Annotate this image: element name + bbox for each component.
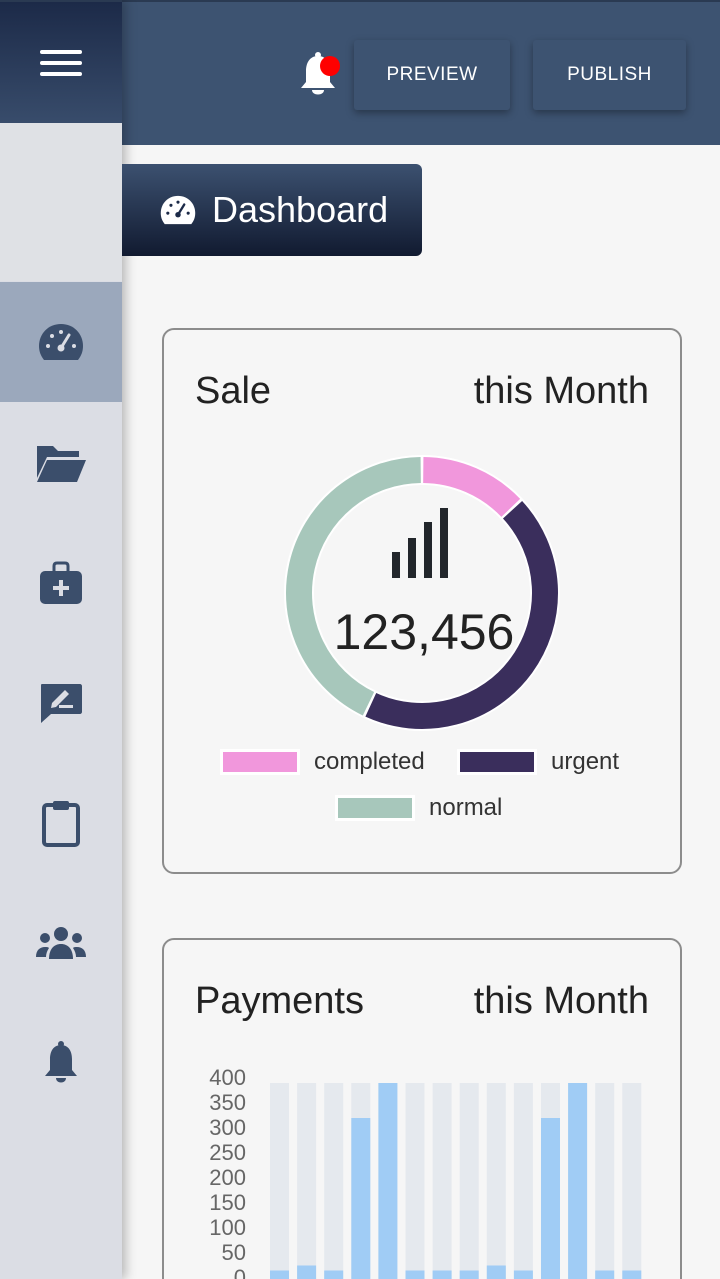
menu-button[interactable] — [0, 0, 122, 123]
preview-button[interactable]: PREVIEW — [354, 40, 510, 110]
notification-badge — [320, 56, 340, 76]
medical-bag-icon — [40, 561, 82, 604]
hamburger-menu-icon — [40, 43, 82, 83]
payments-card-title: Payments — [195, 980, 364, 1022]
sale-card-period: this Month — [473, 370, 649, 412]
payments-bar-chart: 050100150200250300350400 — [209, 1065, 642, 1279]
payments-card: Payments this Month 0 50 100 150 200 250 300 35… — [162, 938, 682, 1279]
sidebar-item-notifications[interactable] — [0, 1003, 122, 1123]
sidebar-item-clipboard[interactable] — [0, 763, 122, 883]
y-tick-label: 200 — [209, 1165, 246, 1190]
y-tick-label: 300 — [209, 1115, 246, 1140]
y-tick-label: 250 — [209, 1140, 246, 1165]
page-title-tab: Dashboard — [122, 164, 422, 256]
legend-swatch-urgent — [457, 749, 537, 775]
sidebar-item-messages[interactable] — [0, 643, 122, 763]
bar-5[interactable] — [378, 1083, 398, 1279]
legend-label-normal: normal — [429, 794, 503, 821]
bar-track — [486, 1083, 506, 1279]
y-tick-label: 100 — [209, 1215, 246, 1240]
dashboard-gauge-icon — [39, 324, 83, 360]
bar-track — [270, 1083, 289, 1279]
folder-open-icon — [37, 446, 86, 482]
sidebar-spacer — [0, 123, 122, 281]
legend-item-urgent: urgent — [457, 748, 619, 776]
bar-track — [622, 1083, 642, 1279]
bar-9[interactable] — [486, 1265, 506, 1279]
bar-7[interactable] — [432, 1270, 452, 1279]
dashboard-gauge-icon — [160, 195, 196, 225]
legend-label-urgent: urgent — [551, 748, 620, 775]
sidebar-item-users[interactable] — [0, 883, 122, 1003]
bar-12[interactable] — [568, 1083, 588, 1279]
bar-11[interactable] — [541, 1118, 560, 1279]
sale-card-title: Sale — [195, 370, 272, 412]
users-group-icon — [36, 927, 86, 959]
app-page: PREVIEW PUBLISH Dashboard Sale this Mont… — [0, 0, 720, 1279]
y-tick-label: 400 — [209, 1065, 246, 1090]
bar-track — [595, 1083, 615, 1279]
y-tick-label: 150 — [209, 1190, 246, 1215]
bar-track — [513, 1083, 533, 1279]
bar-3[interactable] — [324, 1270, 344, 1279]
legend-swatch-completed — [220, 749, 300, 775]
bar-8[interactable] — [459, 1270, 479, 1279]
bar-13[interactable] — [595, 1270, 615, 1279]
bar-track — [324, 1083, 344, 1279]
bar-chart-icon — [392, 508, 448, 578]
legend-swatch-normal — [335, 795, 415, 821]
bell-icon — [45, 1041, 77, 1083]
bar-2[interactable] — [297, 1265, 317, 1279]
bar-6[interactable] — [405, 1270, 425, 1279]
donut-slice-completed[interactable] — [422, 457, 521, 518]
bar-track — [459, 1083, 479, 1279]
bar-4[interactable] — [351, 1118, 371, 1279]
sidebar — [0, 0, 122, 1279]
sale-total-value: 123,456 — [333, 604, 515, 660]
bar-track — [297, 1083, 317, 1279]
legend-item-completed: completed — [220, 748, 425, 776]
legend-item-normal: normal — [335, 794, 502, 822]
clipboard-icon — [42, 801, 80, 847]
bar-track — [405, 1083, 425, 1279]
publish-button[interactable]: PUBLISH — [533, 40, 686, 110]
payments-card-period: this Month — [473, 980, 649, 1022]
sidebar-item-medical[interactable] — [0, 523, 122, 643]
notification-bell-icon[interactable] — [298, 52, 340, 98]
bar-1[interactable] — [270, 1270, 289, 1279]
page-title: Dashboard — [212, 189, 389, 230]
y-tick-label: 50 — [222, 1240, 246, 1265]
sidebar-item-dashboard[interactable] — [0, 282, 122, 402]
bar-10[interactable] — [513, 1270, 533, 1279]
legend-label-completed: completed — [314, 748, 425, 775]
sale-card: Sale this Month 123,456 completed urgent… — [162, 328, 682, 874]
y-tick-label: 350 — [209, 1090, 246, 1115]
sidebar-item-folders[interactable] — [0, 403, 122, 523]
bar-14[interactable] — [622, 1270, 642, 1279]
bar-track — [432, 1083, 452, 1279]
message-edit-icon — [41, 684, 82, 723]
y-tick-label: 0 — [234, 1265, 246, 1279]
